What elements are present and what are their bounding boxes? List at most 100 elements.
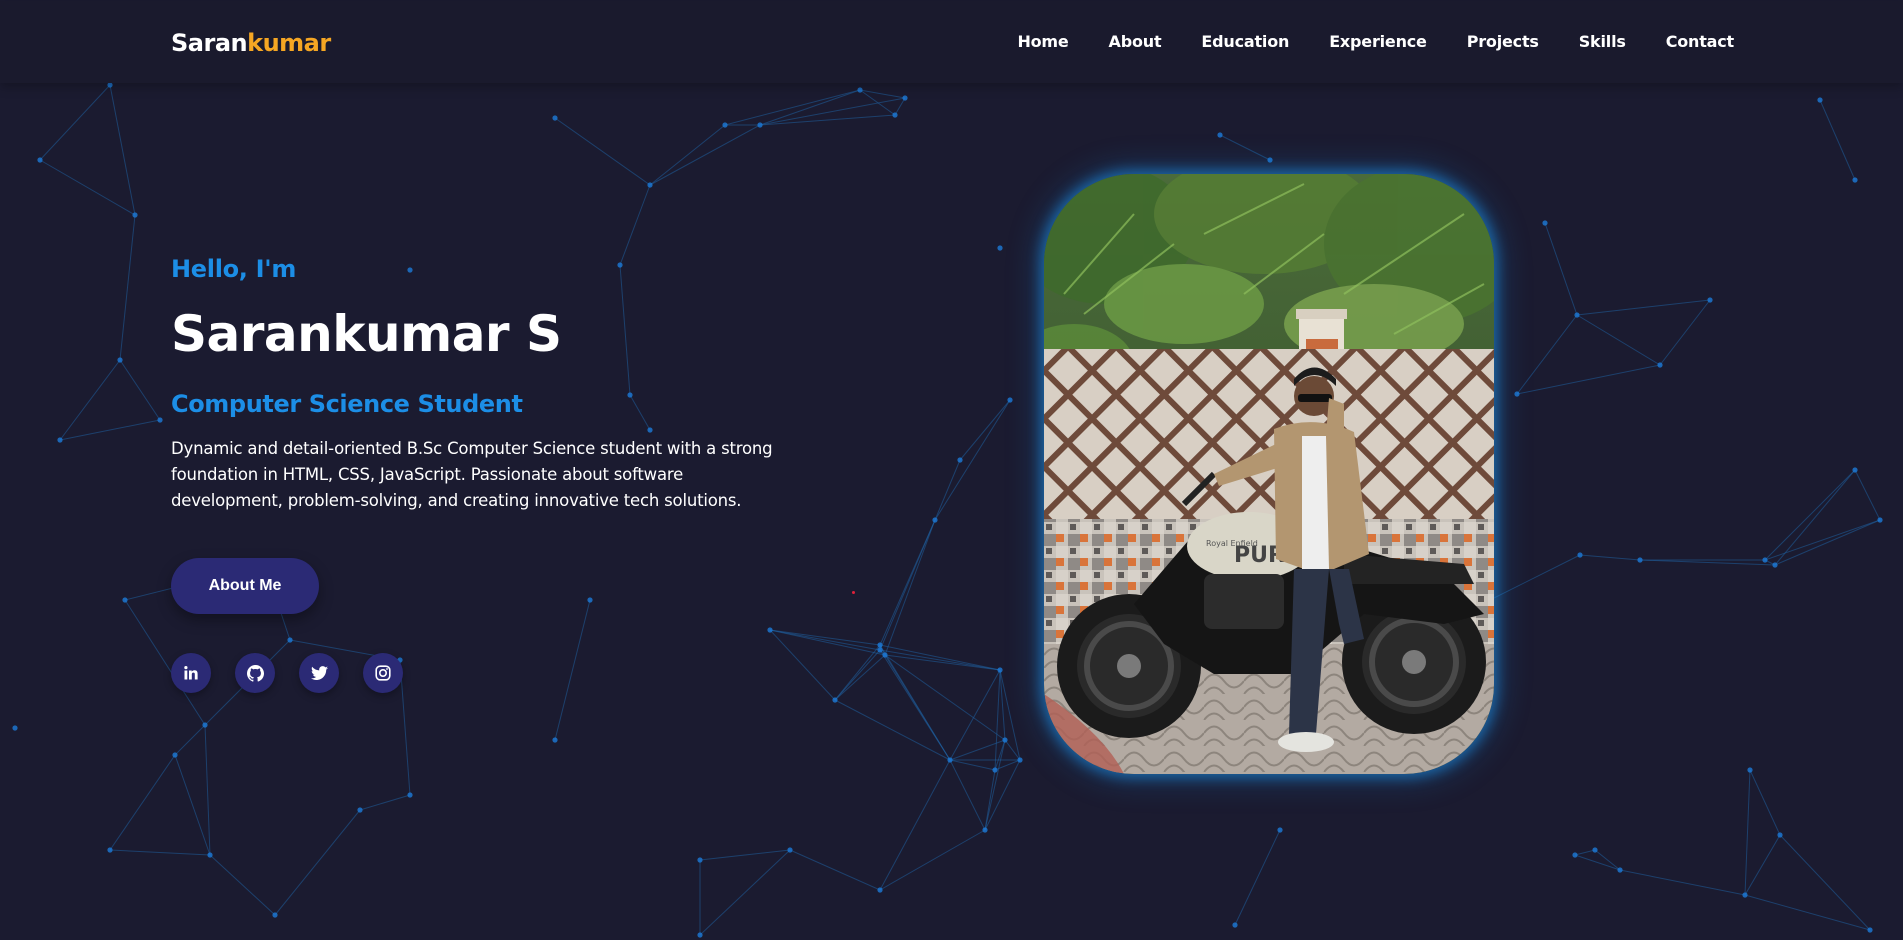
network-line [1774, 469, 1856, 566]
network-node [172, 752, 178, 758]
network-node [697, 932, 703, 938]
network-line [1774, 519, 1881, 566]
network-node [932, 517, 938, 523]
network-node [1817, 97, 1823, 103]
network-line [884, 519, 936, 656]
network-node [587, 597, 593, 603]
network-line [879, 644, 1001, 671]
linkedin-link[interactable] [171, 653, 211, 693]
network-node [857, 87, 863, 93]
network-node [1777, 832, 1783, 838]
network-node [787, 847, 793, 853]
network-node [1002, 737, 1008, 743]
network-line [884, 654, 951, 761]
nav-education[interactable]: Education [1201, 32, 1289, 51]
cursor-dot [852, 591, 855, 594]
network-line [209, 854, 276, 916]
network-line [879, 759, 951, 891]
network-line [1764, 519, 1881, 561]
network-node [877, 647, 883, 653]
network-line [1594, 849, 1621, 871]
network-line [834, 654, 886, 701]
network-line [879, 644, 886, 656]
network-node [647, 182, 653, 188]
network-node [957, 457, 963, 463]
network-line [109, 84, 136, 216]
network-node [552, 115, 558, 121]
network-line [1779, 834, 1871, 931]
network-node [1007, 397, 1013, 403]
network-line [984, 759, 1021, 831]
instagram-link[interactable] [363, 653, 403, 693]
about-me-button[interactable]: About Me [171, 558, 319, 614]
linkedin-icon [184, 666, 198, 680]
nav-contact[interactable]: Contact [1666, 32, 1735, 51]
network-line [119, 214, 136, 361]
network-line [1234, 829, 1281, 926]
nav-home[interactable]: Home [1017, 32, 1068, 51]
network-line [1004, 739, 1021, 761]
network-line [1749, 769, 1781, 836]
nav-skills[interactable]: Skills [1579, 32, 1626, 51]
network-line [554, 599, 591, 741]
network-line [984, 739, 1006, 831]
network-node [947, 757, 953, 763]
network-line [759, 89, 861, 126]
network-line [174, 754, 211, 856]
network-line [884, 654, 1006, 741]
network-node [57, 437, 63, 443]
network-node [1577, 552, 1583, 558]
network-line [59, 359, 121, 441]
network-node [1514, 391, 1520, 397]
nav-about[interactable]: About [1109, 32, 1162, 51]
hero-name: Sarankumar S [171, 305, 562, 363]
network-line [879, 649, 1001, 671]
network-line [879, 649, 886, 656]
network-line [1854, 469, 1881, 521]
twitter-link[interactable] [299, 653, 339, 693]
network-line [759, 114, 896, 126]
network-line [59, 419, 161, 441]
network-node [1232, 922, 1238, 928]
network-node [1637, 557, 1643, 563]
network-line [949, 669, 1001, 761]
network-line [619, 184, 651, 266]
network-line [204, 724, 211, 856]
network-line [1219, 134, 1271, 161]
github-link[interactable] [235, 653, 275, 693]
nav-experience[interactable]: Experience [1329, 32, 1427, 51]
network-node [117, 357, 123, 363]
network-node [1572, 852, 1578, 858]
network-line [894, 97, 906, 116]
network-line [649, 124, 761, 186]
nav-projects[interactable]: Projects [1467, 32, 1539, 51]
network-node [407, 792, 413, 798]
network-node [1747, 767, 1753, 773]
network-node [877, 887, 883, 893]
network-line [949, 739, 1006, 761]
network-line [1639, 559, 1776, 566]
network-node [832, 697, 838, 703]
network-line [1576, 299, 1711, 316]
network-line [1544, 222, 1578, 316]
network-line [769, 629, 881, 651]
logo[interactable]: Sarankumar [171, 29, 331, 57]
network-line [1516, 364, 1661, 395]
logo-first: Saran [171, 29, 248, 57]
network-line [859, 89, 906, 99]
network-node [1852, 467, 1858, 473]
network-node [122, 597, 128, 603]
network-node [997, 667, 1003, 673]
network-line [879, 649, 951, 761]
instagram-icon [375, 665, 391, 681]
network-node [107, 82, 113, 88]
portfolio-page: Sarankumar Home About Education Experien… [0, 0, 1903, 940]
network-node [997, 245, 1003, 251]
network-node [1852, 177, 1858, 183]
network-line [1576, 314, 1661, 366]
hero-role: Computer Science Student [171, 390, 523, 418]
network-node [37, 157, 43, 163]
network-node [1742, 892, 1748, 898]
network-line [1516, 314, 1578, 395]
network-line [949, 759, 996, 771]
